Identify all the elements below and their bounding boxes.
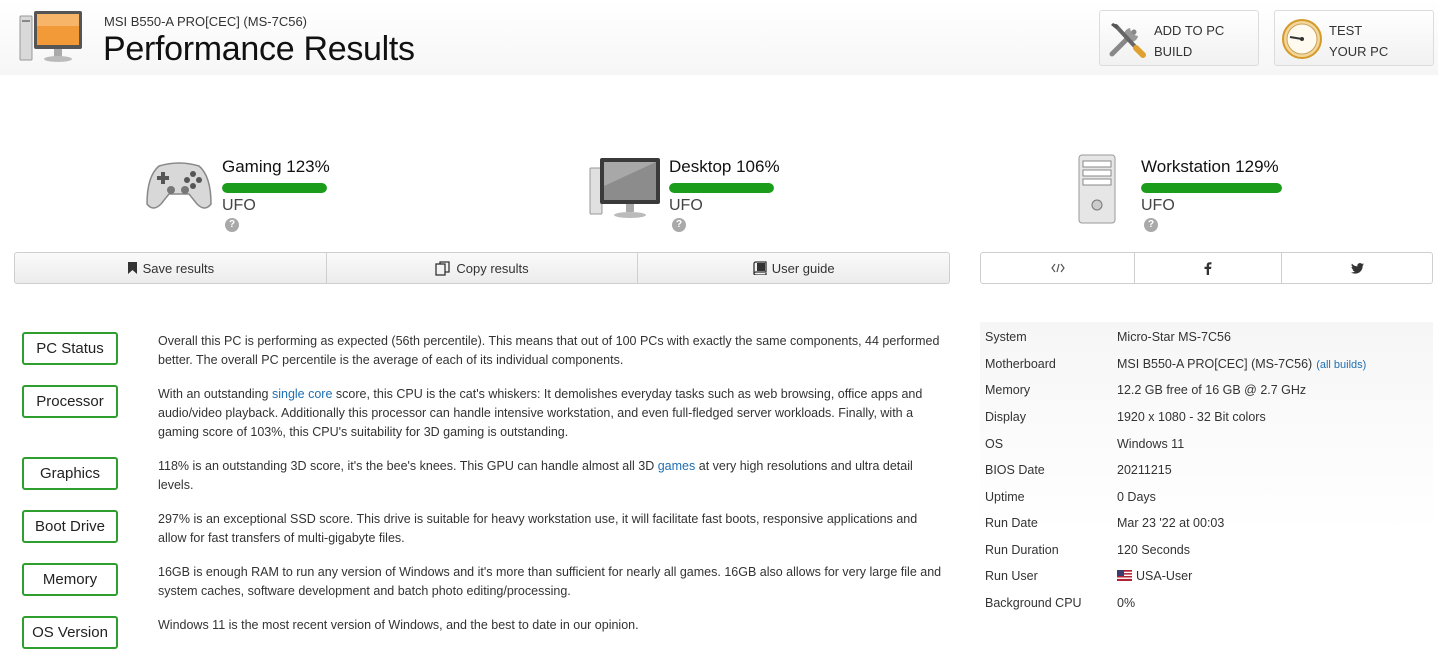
copy-results-button[interactable]: Copy results xyxy=(327,253,639,283)
run-user-value: USA-User xyxy=(1136,569,1193,583)
workstation-score-bar-fill xyxy=(1141,183,1282,193)
display-key: Display xyxy=(985,410,1026,424)
desktop-tier: UFO? xyxy=(669,197,703,233)
background-cpu-key: Background CPU xyxy=(985,596,1082,610)
run-date-value: Mar 23 '22 at 00:03 xyxy=(1117,516,1225,530)
processor-description-text: With an outstanding xyxy=(158,387,272,401)
system-value: Micro-Star MS-7C56 xyxy=(1117,330,1231,344)
tower-icon xyxy=(1078,154,1116,224)
desktop-tier-label: UFO xyxy=(669,197,703,214)
test-your-pc-button[interactable]: TEST YOUR PC xyxy=(1274,10,1434,66)
copy-icon xyxy=(435,260,451,276)
processor-description: With an outstanding single core score, t… xyxy=(158,385,948,442)
pc-status-description: Overall this PC is performing as expecte… xyxy=(158,334,940,367)
memory-key: Memory xyxy=(985,383,1031,397)
os-version-badge[interactable]: OS Version xyxy=(22,616,118,649)
add-to-pc-build-button[interactable]: ADD TO PC BUILD xyxy=(1099,10,1259,66)
stopwatch-icon xyxy=(1282,19,1322,59)
desktop-score-bar xyxy=(669,183,774,193)
embed-code-icon xyxy=(1050,263,1065,273)
results-action-bar: Save results Copy results User guide xyxy=(14,252,950,284)
run-duration-key: Run Duration xyxy=(985,543,1059,557)
graphics-description: 118% is an outstanding 3D score, it's th… xyxy=(158,457,948,495)
motherboard-value: MSI B550-A PRO[CEC] (MS-7C56) xyxy=(1117,357,1313,371)
gamepad-icon xyxy=(146,162,212,209)
pc-status-badge[interactable]: PC Status xyxy=(22,332,118,365)
tools-icon xyxy=(1109,23,1146,58)
us-flag-icon xyxy=(1117,570,1132,581)
twitter-icon xyxy=(1350,262,1364,274)
memory-badge[interactable]: Memory xyxy=(22,563,118,596)
test-your-pc-label-2: YOUR PC xyxy=(1329,44,1389,59)
uptime-key: Uptime xyxy=(985,490,1025,504)
workstation-tier: UFO? xyxy=(1141,197,1175,233)
bookmark-icon xyxy=(127,262,137,274)
book-icon xyxy=(753,261,767,275)
page-title: Performance Results xyxy=(103,30,415,68)
memory-value: 12.2 GB free of 16 GB @ 2.7 GHz xyxy=(1117,383,1307,397)
gaming-score-label: Gaming 123% xyxy=(222,157,330,176)
page-header: MSI B550-A PRO[CEC] (MS-7C56) Performanc… xyxy=(0,0,1438,75)
copy-results-label: Copy results xyxy=(456,260,529,276)
boot-drive-description: 297% is an exceptional SSD score. This d… xyxy=(158,512,918,545)
memory-description: 16GB is enough RAM to run any version of… xyxy=(158,565,942,598)
facebook-share-button[interactable] xyxy=(1135,253,1282,283)
all-builds-link[interactable]: (all builds) xyxy=(1316,359,1366,371)
run-user-key: Run User xyxy=(985,569,1038,583)
help-icon[interactable]: ? xyxy=(672,218,686,232)
gaming-score-bar xyxy=(222,183,327,193)
background-cpu-value: 0% xyxy=(1117,596,1136,610)
user-guide-button[interactable]: User guide xyxy=(638,253,949,283)
os-version-description: Windows 11 is the most recent version of… xyxy=(158,618,639,632)
boot-drive-badge[interactable]: Boot Drive xyxy=(22,510,118,543)
games-link[interactable]: games xyxy=(658,459,696,473)
gaming-tier: UFO? xyxy=(222,197,256,233)
workstation-score-bar xyxy=(1141,183,1282,193)
save-results-button[interactable]: Save results xyxy=(15,253,327,283)
system-key: System xyxy=(985,330,1027,344)
bios-date-value: 20211215 xyxy=(1117,463,1172,477)
user-guide-label: User guide xyxy=(771,260,835,276)
system-info-panel: System Micro-Star MS-7C56 Motherboard MSI … xyxy=(980,322,1433,622)
share-bar xyxy=(980,252,1433,284)
processor-badge[interactable]: Processor xyxy=(22,385,118,418)
help-icon[interactable]: ? xyxy=(225,218,239,232)
test-your-pc-label-1: TEST xyxy=(1329,23,1363,38)
workstation-tier-label: UFO xyxy=(1141,197,1175,214)
desktop-score-label: Desktop 106% xyxy=(669,157,780,176)
gaming-tier-label: UFO xyxy=(222,197,256,214)
add-to-pc-label-2: BUILD xyxy=(1154,44,1193,59)
graphics-badge[interactable]: Graphics xyxy=(22,457,118,490)
os-value: Windows 11 xyxy=(1117,437,1185,451)
bios-date-key: BIOS Date xyxy=(985,463,1045,477)
monitor-icon xyxy=(589,158,660,218)
graphics-description-text: 118% is an outstanding 3D score, it's th… xyxy=(158,459,658,473)
display-value: 1920 x 1080 - 32 Bit colors xyxy=(1117,410,1266,424)
embed-code-button[interactable] xyxy=(981,253,1135,283)
help-icon[interactable]: ? xyxy=(1144,218,1158,232)
add-to-pc-label-1: ADD TO PC xyxy=(1154,23,1225,38)
twitter-share-button[interactable] xyxy=(1282,253,1432,283)
run-duration-value: 120 Seconds xyxy=(1117,543,1190,557)
motherboard-key: Motherboard xyxy=(985,357,1056,371)
workstation-score-label: Workstation 129% xyxy=(1141,157,1279,176)
page-subtitle: MSI B550-A PRO[CEC] (MS-7C56) xyxy=(104,14,307,29)
gaming-score-bar-fill xyxy=(222,183,327,193)
save-results-label: Save results xyxy=(142,260,215,276)
uptime-value: 0 Days xyxy=(1117,490,1156,504)
single-core-link[interactable]: single core xyxy=(272,387,332,401)
run-date-key: Run Date xyxy=(985,516,1038,530)
desktop-pc-logo-icon xyxy=(19,11,82,62)
facebook-icon xyxy=(1204,261,1212,275)
desktop-score-bar-fill xyxy=(669,183,774,193)
os-key: OS xyxy=(985,437,1004,451)
